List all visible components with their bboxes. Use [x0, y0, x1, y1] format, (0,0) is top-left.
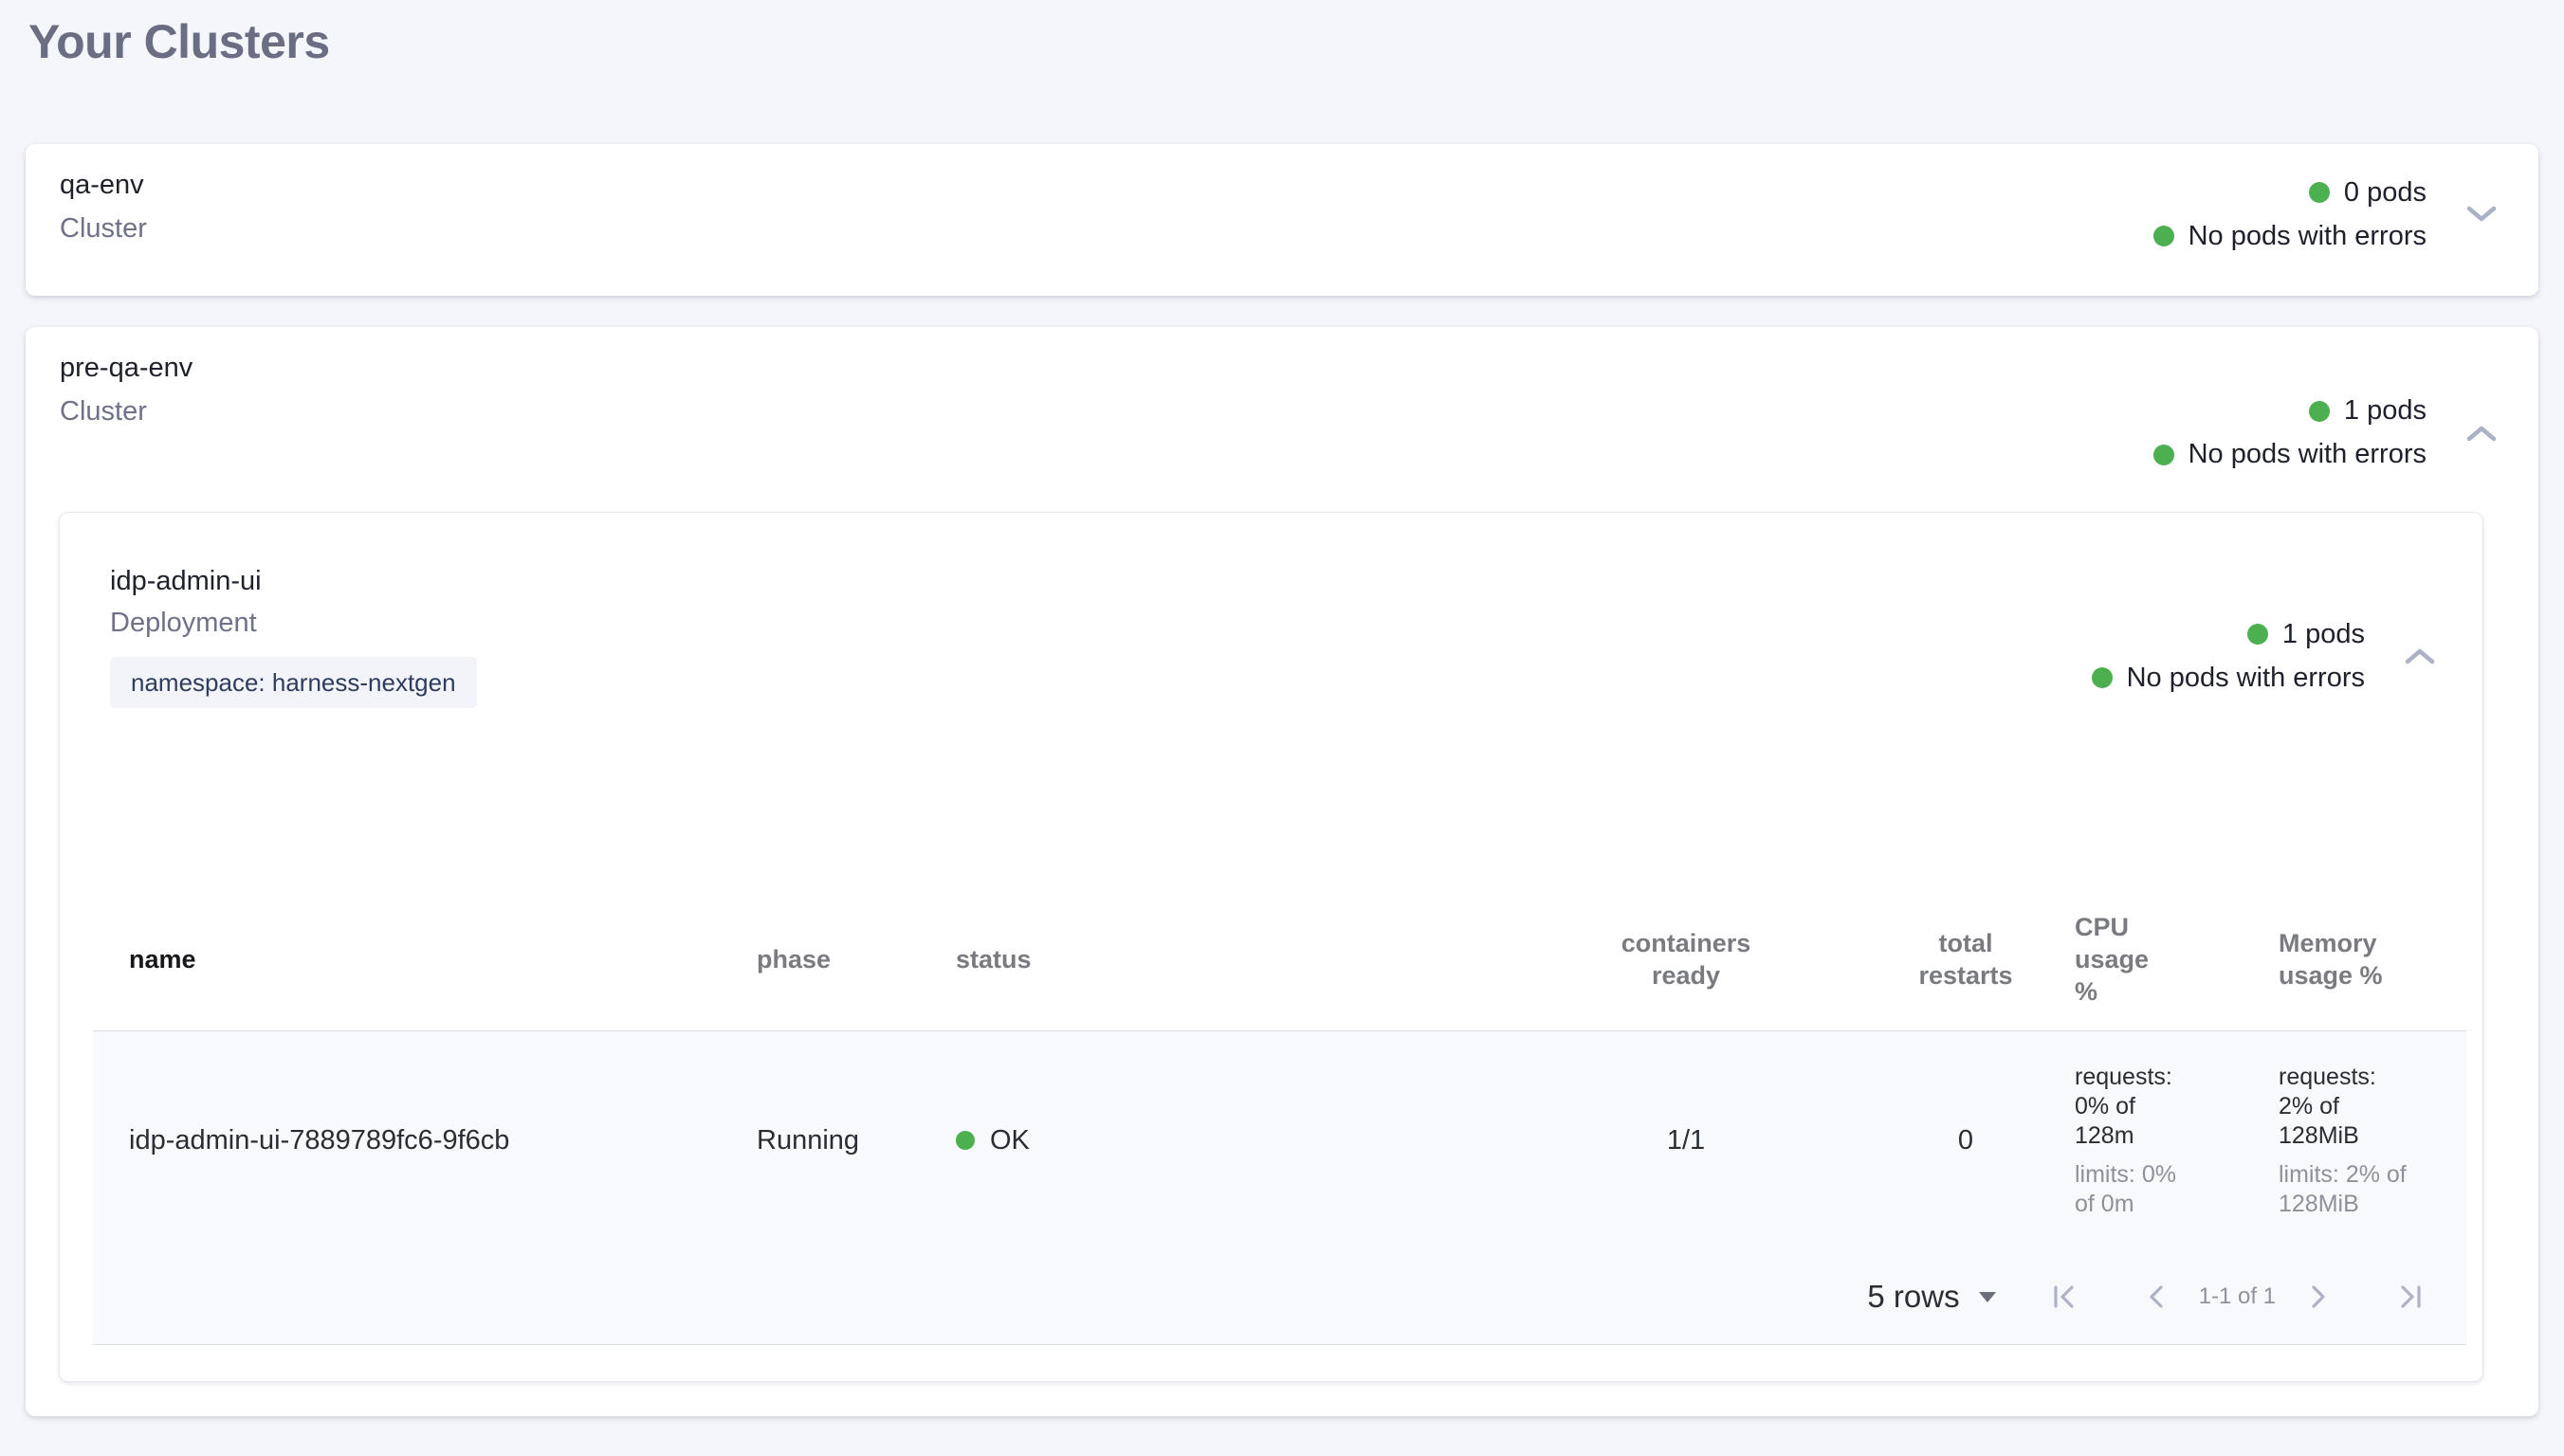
pods-errors-badge: No pods with errors [2153, 433, 2427, 477]
deployment-card-idp-admin-ui: idp-admin-ui Deployment namespace: harne… [59, 512, 2483, 1382]
pods-errors-label: No pods with errors [2189, 439, 2427, 470]
total-restarts-cell: 0 [1885, 1125, 2046, 1156]
memory-requests: requests: 2% of 128MiB [2279, 1063, 2400, 1151]
pod-phase-cell: Running [757, 1125, 956, 1156]
first-page-button[interactable] [2051, 1284, 2078, 1309]
chevron-right-icon [2308, 1284, 2329, 1309]
pods-table: name phase status containers ready total… [93, 888, 2466, 1345]
green-dot-icon [2309, 182, 2330, 203]
column-header-cpu-usage: CPU usage % [2046, 911, 2236, 1008]
cluster-kind: Cluster [60, 207, 147, 250]
deployment-status-area: 1 pods No pods with errors [2092, 604, 2435, 708]
cluster-info: pre-qa-env Cluster [60, 346, 192, 512]
green-dot-icon [2092, 667, 2113, 688]
pods-count-label: 0 pods [2344, 177, 2427, 209]
next-page-button[interactable] [2308, 1284, 2329, 1309]
cluster-card-pre-qa-env: pre-qa-env Cluster 1 pods No pods with e… [26, 327, 2538, 1416]
containers-ready-cell: 1/1 [1487, 1125, 1885, 1156]
pod-badges: 0 pods No pods with errors [2153, 171, 2427, 258]
green-dot-icon [956, 1131, 975, 1150]
rows-per-page-select[interactable]: 5 rows [1867, 1279, 1995, 1315]
pods-count-badge: 1 pods [2309, 390, 2427, 433]
first-page-icon [2051, 1284, 2078, 1309]
cluster-status-area: 0 pods No pods with errors [2153, 171, 2497, 258]
pods-errors-badge: No pods with errors [2153, 214, 2427, 258]
cpu-limits: limits: 0% of 0m [2075, 1160, 2196, 1219]
column-header-status: status [956, 943, 1487, 975]
table-header-row: name phase status containers ready total… [93, 888, 2466, 1030]
table-pagination: 5 rows 1-1 of [93, 1249, 2466, 1344]
pods-count-label: 1 pods [2282, 619, 2365, 650]
pods-errors-label: No pods with errors [2127, 663, 2365, 694]
deployment-name: idp-admin-ui [110, 560, 477, 602]
previous-page-button[interactable] [2146, 1284, 2167, 1309]
chevron-up-icon[interactable] [2466, 425, 2497, 442]
pod-status-label: OK [990, 1125, 1030, 1156]
caret-down-icon [1979, 1292, 1996, 1302]
column-header-containers-ready: containers ready [1487, 927, 1885, 992]
pod-badges: 1 pods No pods with errors [2092, 612, 2365, 700]
pagination-range-label: 1-1 of 1 [2199, 1283, 2276, 1310]
pod-status-cell: OK [956, 1125, 1487, 1156]
cluster-card-qa-env: qa-env Cluster 0 pods No pods with error… [26, 144, 2538, 296]
green-dot-icon [2153, 445, 2174, 465]
pods-errors-badge: No pods with errors [2092, 656, 2365, 700]
deployment-header[interactable]: idp-admin-ui Deployment namespace: harne… [60, 513, 2482, 708]
chevron-down-icon[interactable] [2466, 206, 2497, 223]
column-header-memory-usage: Memory usage % [2236, 927, 2466, 992]
pods-errors-label: No pods with errors [2189, 221, 2427, 252]
clusters-page: Your Clusters qa-env Cluster 0 pods No p… [0, 13, 2564, 1456]
memory-usage-cell: requests: 2% of 128MiB limits: 2% of 128… [2236, 1063, 2466, 1219]
cpu-usage-cell: requests: 0% of 128m limits: 0% of 0m [2046, 1063, 2236, 1219]
page-title: Your Clusters [28, 13, 2564, 70]
rows-per-page-label: 5 rows [1867, 1279, 1959, 1315]
cpu-requests: requests: 0% of 128m [2075, 1063, 2187, 1151]
column-header-total-restarts: total restarts [1885, 927, 2046, 992]
table-row[interactable]: idp-admin-ui-7889789fc6-9f6cb Running OK… [93, 1031, 2466, 1249]
green-dot-icon [2153, 226, 2174, 246]
cluster-kind: Cluster [60, 390, 192, 433]
table-body: idp-admin-ui-7889789fc6-9f6cb Running OK… [93, 1030, 2466, 1345]
deployment-info: idp-admin-ui Deployment namespace: harne… [110, 560, 477, 708]
chevron-up-icon[interactable] [2405, 647, 2435, 664]
cluster-card-header[interactable]: qa-env Cluster 0 pods No pods with error… [26, 144, 2538, 258]
cluster-name: qa-env [60, 163, 147, 207]
pods-count-badge: 1 pods [2247, 612, 2365, 656]
green-dot-icon [2309, 401, 2330, 422]
cluster-status-area: 1 pods No pods with errors [2153, 354, 2497, 512]
deployment-kind: Deployment [110, 602, 477, 644]
last-page-icon [2397, 1284, 2424, 1309]
cluster-card-header[interactable]: pre-qa-env Cluster 1 pods No pods with e… [26, 327, 2538, 512]
cluster-name: pre-qa-env [60, 346, 192, 390]
memory-limits: limits: 2% of 128MiB [2279, 1160, 2416, 1219]
chevron-left-icon [2146, 1284, 2167, 1309]
pods-count-label: 1 pods [2344, 395, 2427, 427]
pods-count-badge: 0 pods [2309, 171, 2427, 214]
green-dot-icon [2247, 624, 2268, 645]
pod-name-cell: idp-admin-ui-7889789fc6-9f6cb [93, 1125, 757, 1156]
column-header-phase: phase [757, 943, 956, 975]
last-page-button[interactable] [2397, 1284, 2424, 1309]
column-header-name: name [93, 943, 757, 975]
cluster-info: qa-env Cluster [60, 163, 147, 258]
namespace-chip: namespace: harness-nextgen [110, 657, 477, 708]
pod-badges: 1 pods No pods with errors [2153, 390, 2427, 477]
